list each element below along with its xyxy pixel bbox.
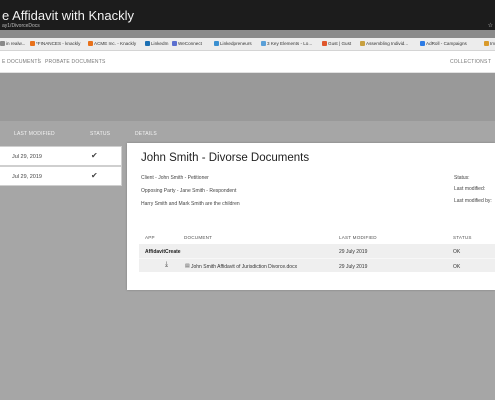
address-bar-url[interactable]: ay1/DivorceDocs <box>2 23 40 29</box>
bookmark-label: WeConnect <box>178 41 202 46</box>
bookmark-item[interactable]: in realw... <box>0 41 25 46</box>
bookmark-favicon-icon <box>261 41 266 46</box>
col-header-last-modified[interactable]: LAST MODIFIED <box>14 131 55 137</box>
bookmark-favicon-icon <box>30 41 35 46</box>
th-status: STATUS <box>453 235 472 240</box>
col-header-status[interactable]: STATUS <box>90 131 110 137</box>
bookmark-label: 3 Key Elements - Lo... <box>267 41 313 46</box>
bookmark-item[interactable]: Assembling Individ... <box>360 41 408 46</box>
th-last-modified: LAST MODIFIED <box>339 235 377 240</box>
card-title: John Smith - Divorse Documents <box>141 152 310 164</box>
table-row[interactable]: ⤓ ▤ John Smith Affidavit of Jurisdiction… <box>139 258 495 272</box>
bookmark-label: Assembling Individ... <box>366 41 409 46</box>
list-row[interactable]: Jul 29, 2019 ✔ <box>0 166 122 186</box>
document-icon: ▤ <box>185 263 190 269</box>
row-date: Jul 29, 2019 <box>12 154 42 160</box>
app-last-modified: 29 July 2019 <box>339 249 368 255</box>
bookmarks-bar: in realw... *FINANCES - knackly ACME Inc. … <box>0 38 495 51</box>
bookmark-label: *FINANCES - knackly <box>36 41 81 46</box>
bookmark-item[interactable]: Linkedpreneurs <box>214 41 252 46</box>
download-icon[interactable]: ⤓ <box>165 261 168 269</box>
bookmark-favicon-icon <box>420 41 425 46</box>
bookmark-label: in realw... <box>6 41 26 46</box>
bookmark-label: Linkedpreneurs <box>220 41 252 46</box>
table-row[interactable]: AffidavitCreate 29 July 2019 OK <box>139 244 495 258</box>
bookmark-favicon-icon <box>172 41 177 46</box>
th-document: DOCUMENT <box>184 235 213 240</box>
bookmark-item[interactable]: LinkedIn <box>145 41 168 46</box>
app-status: OK <box>453 249 461 255</box>
details-card: John Smith - Divorse Documents Client - … <box>127 143 495 290</box>
children-info: Harry Smith and Mark Smith are the child… <box>141 201 240 207</box>
bookmark-star-icon[interactable]: ☆ <box>488 22 493 29</box>
header-band <box>0 73 495 121</box>
bookmark-label: AdRoll - Campaigns <box>426 41 467 46</box>
bookmark-favicon-icon <box>322 41 327 46</box>
bookmark-label: Ima <box>490 41 495 46</box>
client-info: Client - John Smith - Petitioner <box>141 175 209 181</box>
col-header-details: DETAILS <box>135 131 157 137</box>
app-nav: E DOCUMENTS | PROBATE DOCUMENTS COLLECTI… <box>0 51 495 73</box>
bookmark-item[interactable]: Gust | Gust <box>322 41 351 46</box>
nav-collections[interactable]: COLLECTIONS <box>450 59 488 65</box>
nav-separator: | <box>38 58 40 64</box>
nav-probate-documents[interactable]: PROBATE DOCUMENTS <box>45 59 106 65</box>
document-link[interactable]: John Smith Affidavit of Jurisdiction Div… <box>191 264 297 270</box>
app-name: AffidavitCreate <box>145 249 181 255</box>
meta-last-modified-label: Last modified: <box>454 186 486 192</box>
bookmark-item[interactable]: 3 Key Elements - Lo... <box>261 41 312 46</box>
check-icon: ✔ <box>91 151 98 160</box>
document-status: OK <box>453 264 461 270</box>
opposing-party-info: Opposing Party - Jane Smith - Respondent <box>141 188 237 194</box>
th-app: APP <box>145 235 155 240</box>
bookmark-favicon-icon <box>88 41 93 46</box>
check-icon: ✔ <box>91 171 98 180</box>
bookmark-label: ACME Inc. - Knackly <box>94 41 137 46</box>
bookmark-favicon-icon <box>145 41 150 46</box>
bookmark-item[interactable]: Ima <box>484 41 495 46</box>
bookmark-favicon-icon <box>360 41 365 46</box>
bookmark-favicon-icon <box>0 41 5 46</box>
documents-table-header: APP DOCUMENT LAST MODIFIED STATUS <box>139 231 495 244</box>
bookmark-item[interactable]: AdRoll - Campaigns <box>420 41 467 46</box>
meta-last-modified-by-label: Last modified by: <box>454 198 492 204</box>
bookmark-item[interactable]: WeConnect <box>172 41 202 46</box>
row-date: Jul 29, 2019 <box>12 174 42 180</box>
bookmark-item[interactable]: ACME Inc. - Knackly <box>88 41 136 46</box>
bookmark-favicon-icon <box>214 41 219 46</box>
nav-divorce-documents[interactable]: E DOCUMENTS <box>2 59 41 65</box>
bookmark-label: Gust | Gust <box>328 41 352 46</box>
document-last-modified: 29 July 2019 <box>339 264 368 270</box>
video-title-bar: e Affidavit with Knackly ay1/DivorceDocs… <box>0 0 495 30</box>
bookmark-favicon-icon <box>484 41 489 46</box>
meta-status-label: Status: <box>454 175 470 181</box>
list-row[interactable]: Jul 29, 2019 ✔ <box>0 146 122 166</box>
video-title: e Affidavit with Knackly <box>2 8 134 23</box>
bookmark-label: LinkedIn <box>151 41 169 46</box>
bookmark-item[interactable]: *FINANCES - knackly <box>30 41 80 46</box>
nav-truncated-item[interactable]: T <box>488 59 491 65</box>
